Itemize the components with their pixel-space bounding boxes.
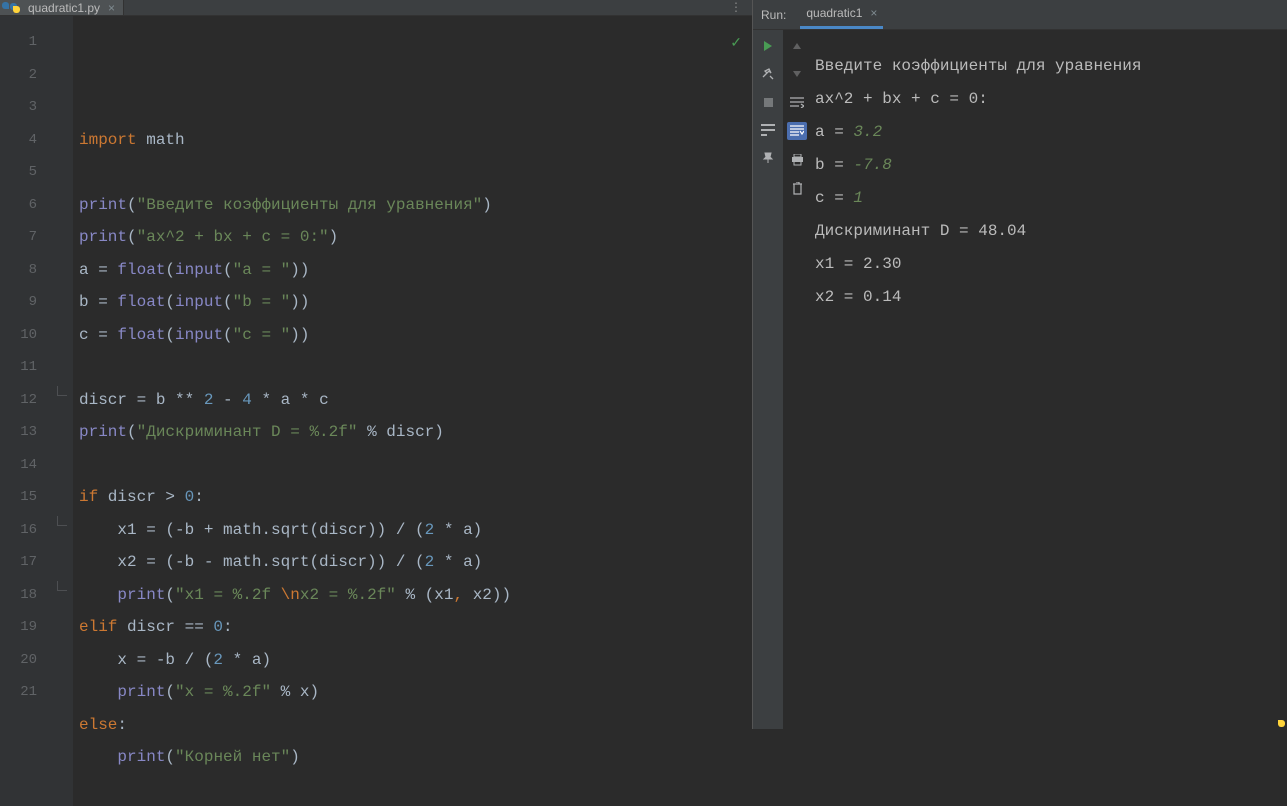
code-line: print("ax^2 + bx + c = 0:") [79,221,752,254]
editor-tab[interactable]: quadratic1.py × [0,0,124,15]
code-line: c = float(input("c = ")) [79,319,752,352]
output-line: c = 1 [815,182,1283,215]
line-number: 19 [0,611,37,644]
line-number: 21 [0,676,37,709]
run-header: Run: quadratic1 × [753,0,1287,30]
run-tab[interactable]: quadratic1 × [800,0,883,29]
output-line: b = -7.8 [815,149,1283,182]
code-line: x1 = (-b + math.sqrt(discr)) / (2 * a) [79,514,752,547]
line-number: 6 [0,189,37,222]
code-editor[interactable]: ✓ import math print("Введите коэффициенты… [73,16,752,806]
line-number: 18 [0,579,37,612]
scroll-to-end-icon[interactable] [787,122,807,140]
line-number: 1 [0,26,37,59]
line-number-gutter: 123456789101112131415161718192021 [0,16,55,806]
run-tab-label: quadratic1 [806,6,862,20]
output-line: x2 = 0.14 [815,281,1283,314]
line-number: 8 [0,254,37,287]
layout-settings-icon[interactable] [760,122,776,138]
line-number: 5 [0,156,37,189]
line-number: 3 [0,91,37,124]
editor-tab-bar: quadratic1.py × ⋮ [0,0,752,16]
pin-icon[interactable] [760,150,776,166]
console-output[interactable]: Введите коэффициенты для уравненияax^2 +… [811,30,1287,729]
output-line: Дискриминант D = 48.04 [815,215,1283,248]
line-number: 15 [0,481,37,514]
run-pane: Run: quadratic1 × [752,0,1287,729]
close-icon[interactable]: × [870,6,877,20]
run-secondary-toolbar [783,30,811,729]
editor-tab-label: quadratic1.py [28,1,100,15]
code-line: if discr > 0: [79,481,752,514]
fold-column [55,16,73,806]
code-line [79,449,752,482]
run-primary-toolbar [753,30,783,729]
code-line [79,156,752,189]
code-line: else: [79,709,752,742]
code-line [79,351,752,384]
code-line: print("x1 = %.2f \nx2 = %.2f" % (x1, x2)… [79,579,752,612]
line-number: 20 [0,644,37,677]
line-number: 16 [0,514,37,547]
run-panel-title: Run: [761,8,786,22]
code-line: x2 = (-b - math.sqrt(discr)) / (2 * a) [79,546,752,579]
code-line: print("Корней нет") [79,741,752,774]
stop-icon[interactable] [760,94,776,110]
code-line: print("Дискриминант D = %.2f" % discr) [79,416,752,449]
code-line: print("x = %.2f" % x) [79,676,752,709]
output-line: ax^2 + bx + c = 0: [815,83,1283,116]
line-number: 12 [0,384,37,417]
up-stack-icon[interactable] [789,38,805,54]
code-line: x = -b / (2 * a) [79,644,752,677]
fold-marker-icon[interactable] [57,386,67,396]
settings-icon[interactable] [760,66,776,82]
code-line: discr = b ** 2 - 4 * a * c [79,384,752,417]
line-number: 9 [0,286,37,319]
code-line [79,774,752,806]
run-body: Введите коэффициенты для уравненияax^2 +… [753,30,1287,729]
code-line: a = float(input("a = ")) [79,254,752,287]
line-number: 17 [0,546,37,579]
output-line: Введите коэффициенты для уравнения [815,50,1283,83]
line-number: 10 [0,319,37,352]
trash-icon[interactable] [789,180,805,196]
line-number: 7 [0,221,37,254]
editor-body: 123456789101112131415161718192021 ✓ impo… [0,16,752,806]
line-number: 14 [0,449,37,482]
editor-pane: quadratic1.py × ⋮ 1234567891011121314151… [0,0,752,729]
fold-marker-icon[interactable] [57,516,67,526]
close-icon[interactable]: × [108,1,115,15]
inspection-ok-icon[interactable]: ✓ [730,28,742,61]
output-line: a = 3.2 [815,116,1283,149]
code-line: elif discr == 0: [79,611,752,644]
python-file-icon [8,1,22,15]
line-number: 11 [0,351,37,384]
line-number: 4 [0,124,37,157]
code-line: print("Введите коэффициенты для уравнени… [79,189,752,222]
code-line: b = float(input("b = ")) [79,286,752,319]
fold-marker-icon[interactable] [57,581,67,591]
line-number: 2 [0,59,37,92]
output-line: x1 = 2.30 [815,248,1283,281]
rerun-icon[interactable] [760,38,776,54]
soft-wrap-icon[interactable] [789,94,805,110]
tab-more-icon[interactable]: ⋮ [720,0,752,15]
down-stack-icon[interactable] [789,66,805,82]
line-number: 13 [0,416,37,449]
code-line: import math [79,124,752,157]
print-icon[interactable] [789,152,805,168]
